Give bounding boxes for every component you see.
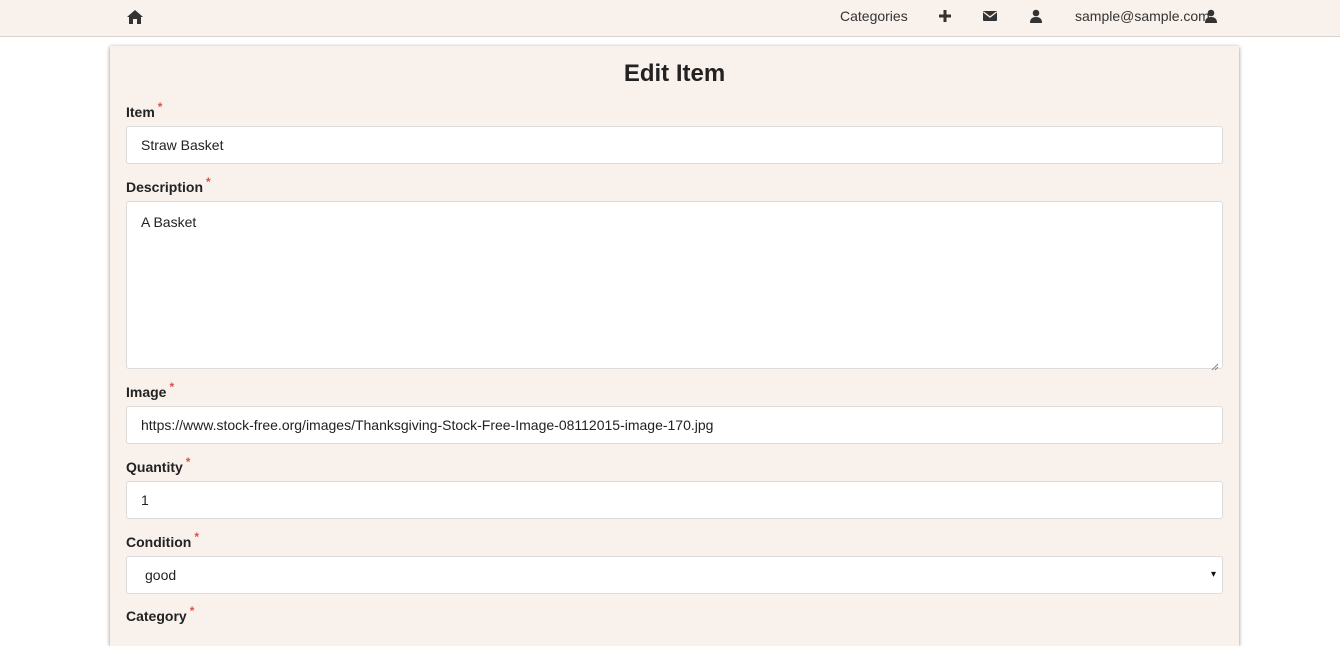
home-icon[interactable] — [125, 8, 145, 26]
quantity-input-value: 1 — [141, 492, 149, 508]
chevron-down-icon: ▾ — [1210, 569, 1216, 580]
account-user-icon[interactable] — [1203, 8, 1219, 24]
required-marker: * — [185, 455, 191, 469]
description-textarea-value: A Basket — [141, 214, 197, 230]
account-email-link[interactable]: sample@sample.com — [1075, 0, 1210, 32]
item-input-value: Straw Basket — [141, 137, 224, 153]
image-url-input-value: https://www.stock-free.org/images/Thanks… — [141, 417, 714, 433]
user-icon[interactable] — [1028, 8, 1044, 24]
nav-categories-link[interactable]: Categories — [840, 0, 908, 32]
required-marker: * — [206, 175, 211, 189]
description-label-text: Description — [126, 179, 204, 195]
condition-select[interactable]: good ▾ — [126, 556, 1223, 594]
item-label: Item * — [126, 100, 162, 120]
required-marker: * — [194, 530, 199, 544]
category-label-text: Category — [126, 608, 187, 624]
plus-icon[interactable] — [937, 8, 953, 24]
resize-grip-icon[interactable] — [1211, 357, 1219, 371]
condition-select-value: good — [145, 567, 177, 583]
required-marker: * — [169, 380, 175, 394]
quantity-input[interactable]: 1 — [126, 481, 1223, 519]
top-navbar: Categories sample@sample.com — [0, 0, 1340, 37]
item-label-text: Item — [126, 104, 155, 120]
quantity-label-text: Quantity — [126, 459, 183, 475]
envelope-icon[interactable] — [982, 8, 998, 24]
quantity-label: Quantity * — [126, 455, 190, 475]
page-title: Edit Item — [623, 60, 726, 87]
item-input[interactable]: Straw Basket — [126, 126, 1223, 164]
condition-label: Condition * — [126, 530, 199, 550]
image-url-input[interactable]: https://www.stock-free.org/images/Thanks… — [126, 406, 1223, 444]
condition-label-text: Condition — [126, 534, 192, 550]
description-label: Description * — [126, 175, 211, 195]
category-label: Category * — [126, 604, 194, 624]
required-marker: * — [189, 604, 195, 618]
description-textarea[interactable]: A Basket — [126, 201, 1223, 371]
required-marker: * — [157, 100, 163, 114]
image-label: Image * — [126, 380, 174, 400]
image-label-text: Image — [126, 384, 167, 400]
